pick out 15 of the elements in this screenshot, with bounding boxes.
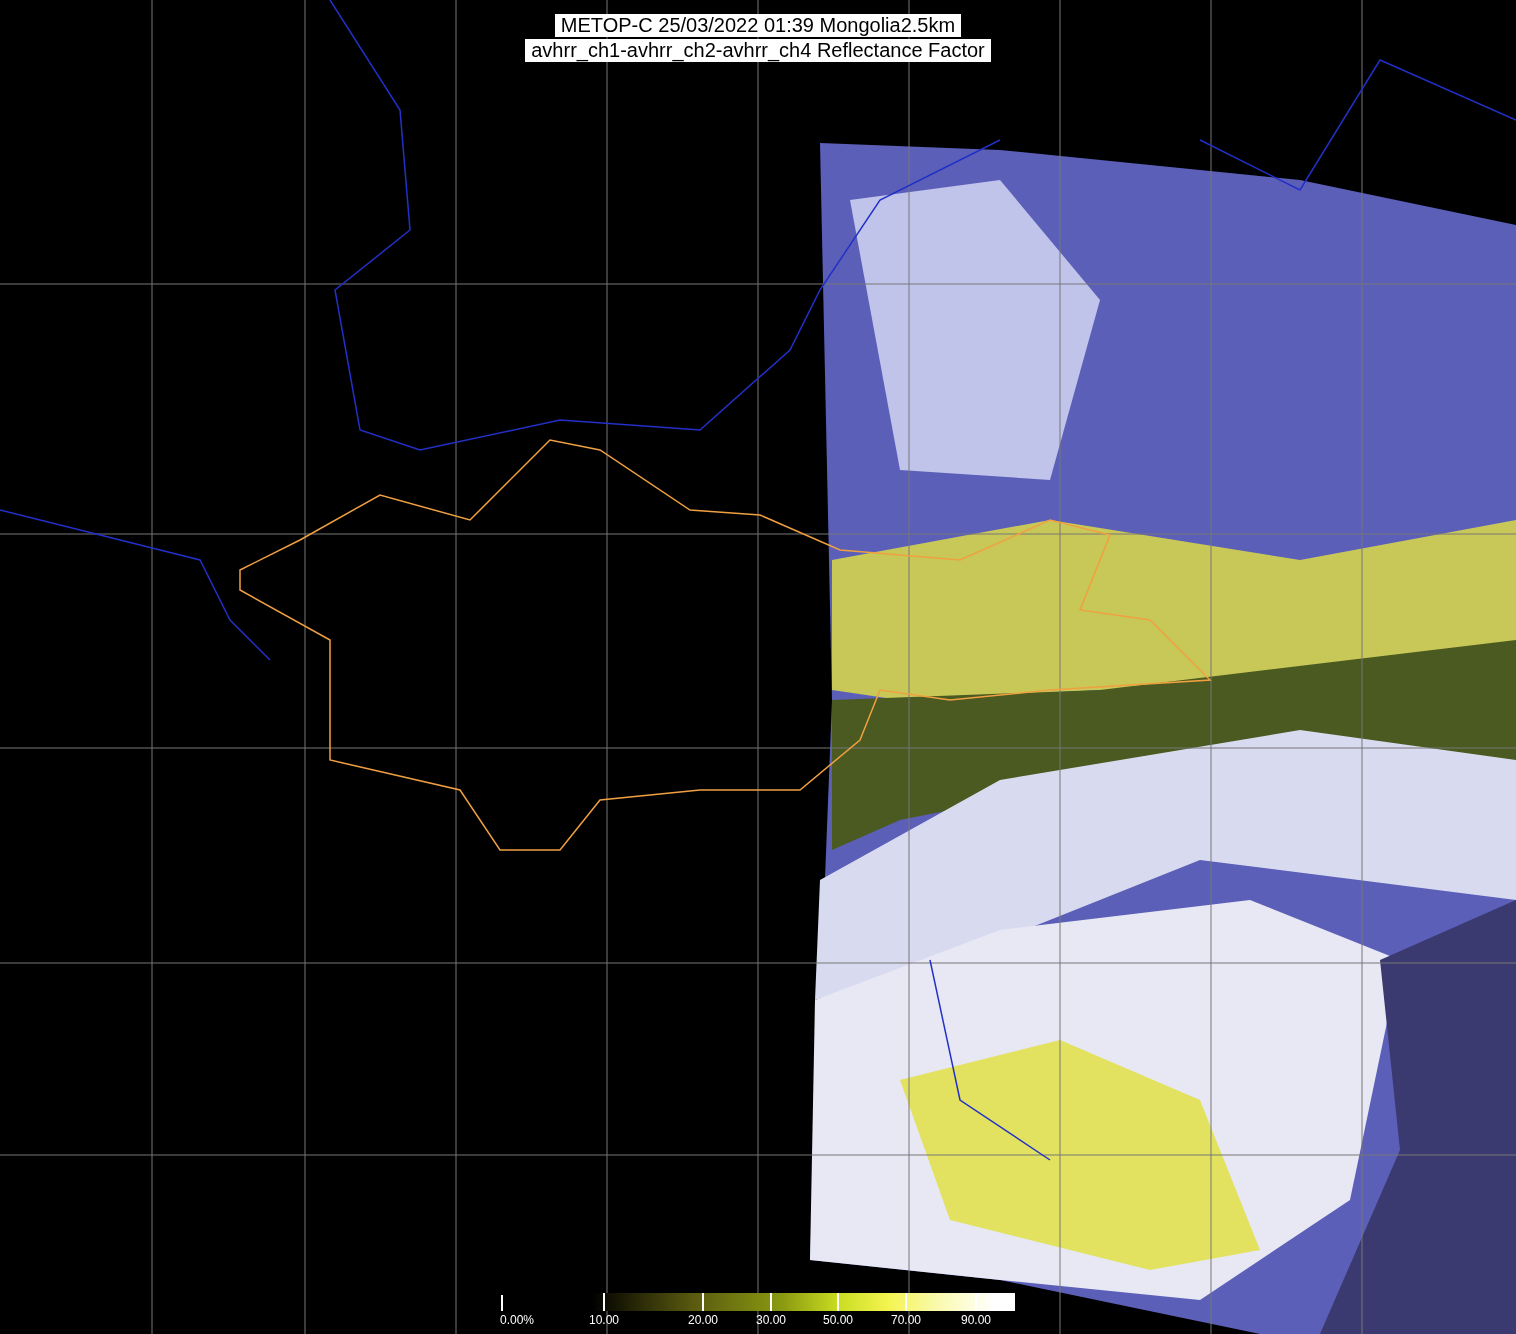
tick-mark bbox=[837, 1293, 839, 1311]
tick-mark bbox=[501, 1295, 503, 1311]
tick-mark bbox=[905, 1293, 907, 1311]
tick-label: 0.00% bbox=[500, 1313, 534, 1327]
title-text: METOP-C 25/03/2022 01:39 Mongolia2.5km bbox=[554, 14, 962, 37]
title-text: avhrr_ch1-avhrr_ch2-avhrr_ch4 Reflectance Factor bbox=[525, 39, 991, 62]
tick-label: 50.00 bbox=[823, 1313, 853, 1327]
tick-mark bbox=[603, 1293, 605, 1311]
tick-label: 10.00 bbox=[589, 1313, 619, 1327]
tick-label: 30.00 bbox=[756, 1313, 786, 1327]
tick-mark bbox=[770, 1293, 772, 1311]
tick-label: 90.00 bbox=[961, 1313, 991, 1327]
tick-label: 20.00 bbox=[688, 1313, 718, 1327]
tick-mark bbox=[702, 1293, 704, 1311]
tick-label: 70.00 bbox=[891, 1313, 921, 1327]
